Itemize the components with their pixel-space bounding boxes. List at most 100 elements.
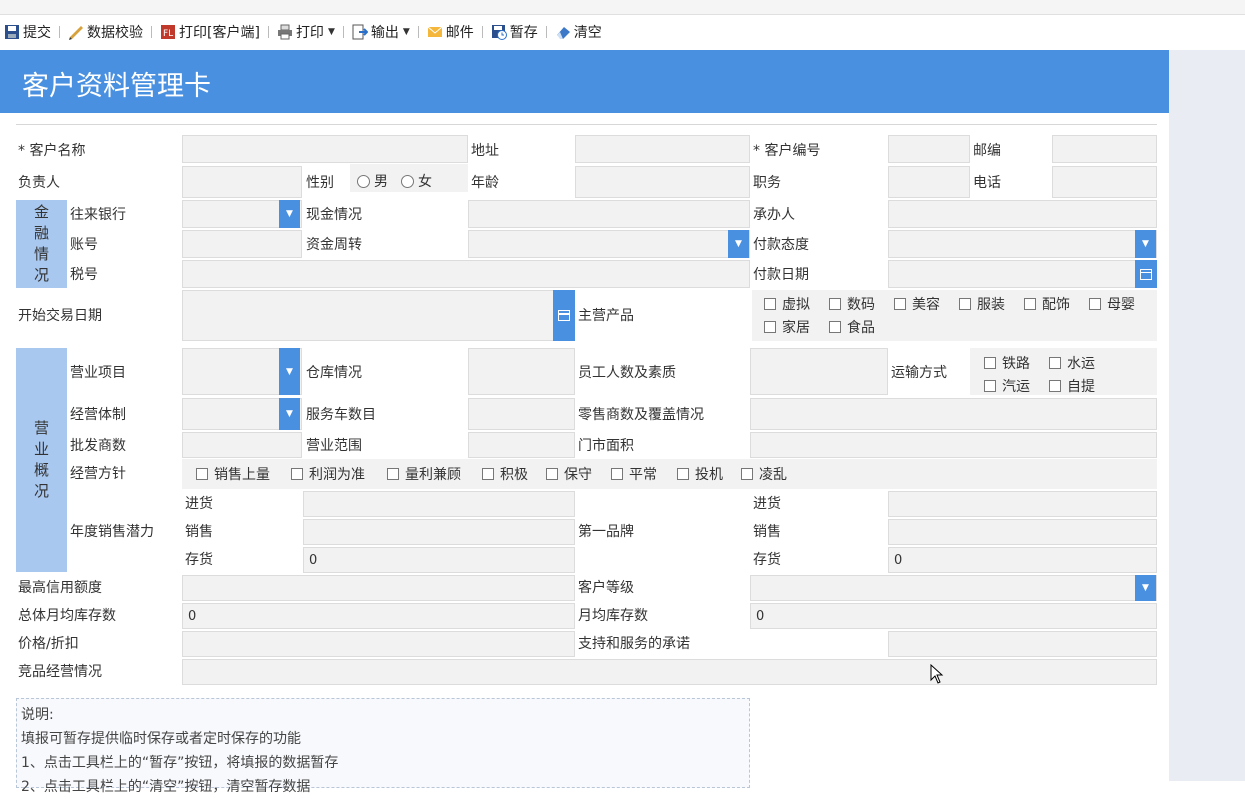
product-checkbox[interactable]: 虚拟 [764,294,810,314]
business-scope-input[interactable] [468,432,575,458]
pay-date-input[interactable] [888,260,1157,288]
policy-checkbox[interactable]: 凌乱 [741,464,787,484]
chevron-down-icon[interactable]: ▼ [1135,575,1156,601]
gender-male-radio[interactable]: 男 [357,171,388,191]
transport-checkbox[interactable]: 汽运 [984,376,1030,396]
service-cars-label: 服务车数目 [306,407,376,423]
transport-checkbox[interactable]: 铁路 [984,353,1030,373]
checkbox-icon [196,468,208,480]
transport-checkbox[interactable]: 水运 [1049,353,1095,373]
product-checkbox[interactable]: 家居 [764,317,810,337]
product-checkbox[interactable]: 母婴 [1089,294,1135,314]
wholesalers-input[interactable] [182,432,302,458]
policy-checkbox[interactable]: 利润为准 [291,464,365,484]
customer-name-input[interactable] [182,135,468,163]
warehouse-label: 仓库情况 [306,365,362,381]
annual-stock-input[interactable]: 0 [303,547,575,573]
checkbox-icon [984,357,996,369]
tax-no-input[interactable] [182,260,750,288]
policy-checkbox[interactable]: 销售上量 [196,464,270,484]
export-icon [352,24,369,40]
band-char: 况 [33,482,49,500]
policy-checkbox[interactable]: 平常 [611,464,657,484]
product-checkbox[interactable]: 食品 [829,317,875,337]
credit-limit-input[interactable] [182,575,575,601]
support-commitment-input[interactable] [888,631,1157,657]
start-date-input[interactable] [182,290,575,341]
cash-input[interactable] [468,200,750,228]
retailers-input[interactable] [750,398,1157,430]
manager-input[interactable] [182,166,302,198]
product-checkbox[interactable]: 配饰 [1024,294,1070,314]
calendar-icon[interactable] [553,290,575,341]
chevron-down-icon[interactable]: ▼ [728,230,749,258]
save-temp-button[interactable]: 暂存 [487,15,542,49]
monthly-stock-input[interactable]: 0 [750,603,1157,629]
customer-no-input[interactable] [888,135,970,163]
price-discount-input[interactable] [182,631,575,657]
mouse-cursor-icon [930,663,944,688]
pay-attitude-select[interactable] [888,230,1157,258]
checkbox-icon [1049,380,1061,392]
submit-button[interactable]: 提交 [0,15,55,49]
brand-sales-label: 销售 [753,524,781,540]
handler-input[interactable] [888,200,1157,228]
validate-button[interactable]: 数据校验 [64,15,147,49]
calendar-icon[interactable] [1135,260,1157,288]
account-input[interactable] [182,230,302,258]
address-input[interactable] [575,135,750,163]
eraser-icon [555,24,571,40]
print-client-button[interactable]: FL 打印[客户端] [156,15,264,49]
brand-sales-input[interactable] [888,519,1157,545]
policy-checkbox[interactable]: 积极 [482,464,528,484]
gender-female-radio[interactable]: 女 [401,171,432,191]
chevron-down-icon[interactable]: ▼ [279,398,300,430]
clear-button[interactable]: 清空 [551,15,606,49]
band-char: 金 [33,203,49,221]
pay-attitude-label: 付款态度 [753,237,809,253]
chevron-down-icon[interactable]: ▼ [279,348,300,395]
product-label: 虚拟 [782,297,810,313]
total-monthly-stock-input[interactable]: 0 [182,603,575,629]
policy-option-label: 积极 [500,467,528,483]
annual-sales-input[interactable] [303,519,575,545]
policy-option-label: 利润为准 [309,467,365,483]
warehouse-input[interactable] [468,348,575,395]
checkbox-icon [741,468,753,480]
policy-checkbox[interactable]: 投机 [677,464,723,484]
chevron-down-icon: ▼ [327,27,335,37]
annual-purchase-input[interactable] [303,491,575,517]
checkbox-icon [764,298,776,310]
age-input[interactable] [575,166,750,198]
service-cars-input[interactable] [468,398,575,430]
product-checkbox[interactable]: 数码 [829,294,875,314]
product-checkbox[interactable]: 美容 [894,294,940,314]
print-button[interactable]: 打印 ▼ [273,15,339,49]
competitor-input[interactable] [182,659,1157,685]
product-checkbox[interactable]: 服装 [959,294,1005,314]
checkbox-icon [482,468,494,480]
brand-purchase-label: 进货 [753,496,781,512]
postcode-input[interactable] [1052,135,1157,163]
fund-turnover-select[interactable] [468,230,750,258]
brand-purchase-input[interactable] [888,491,1157,517]
transport-checkbox[interactable]: 自提 [1049,376,1095,396]
address-label: 地址 [471,143,499,159]
staff-input[interactable] [750,348,888,395]
envelope-icon [427,24,443,40]
male-label: 男 [374,174,388,190]
transport-option-label: 自提 [1067,379,1095,395]
chevron-down-icon[interactable]: ▼ [1135,230,1156,258]
finance-section-label: 金 融 情 况 [16,200,67,288]
phone-input[interactable] [1052,166,1157,198]
position-input[interactable] [888,166,970,198]
policy-checkbox[interactable]: 量利兼顾 [387,464,461,484]
brand-stock-input[interactable]: 0 [888,547,1157,573]
policy-checkbox[interactable]: 保守 [546,464,592,484]
store-area-input[interactable] [750,432,1157,458]
credit-limit-label: 最高信用额度 [18,580,102,596]
export-button[interactable]: 输出 ▼ [348,15,414,49]
mail-button[interactable]: 邮件 [423,15,478,49]
chevron-down-icon[interactable]: ▼ [279,200,300,228]
customer-level-select[interactable] [750,575,1157,601]
